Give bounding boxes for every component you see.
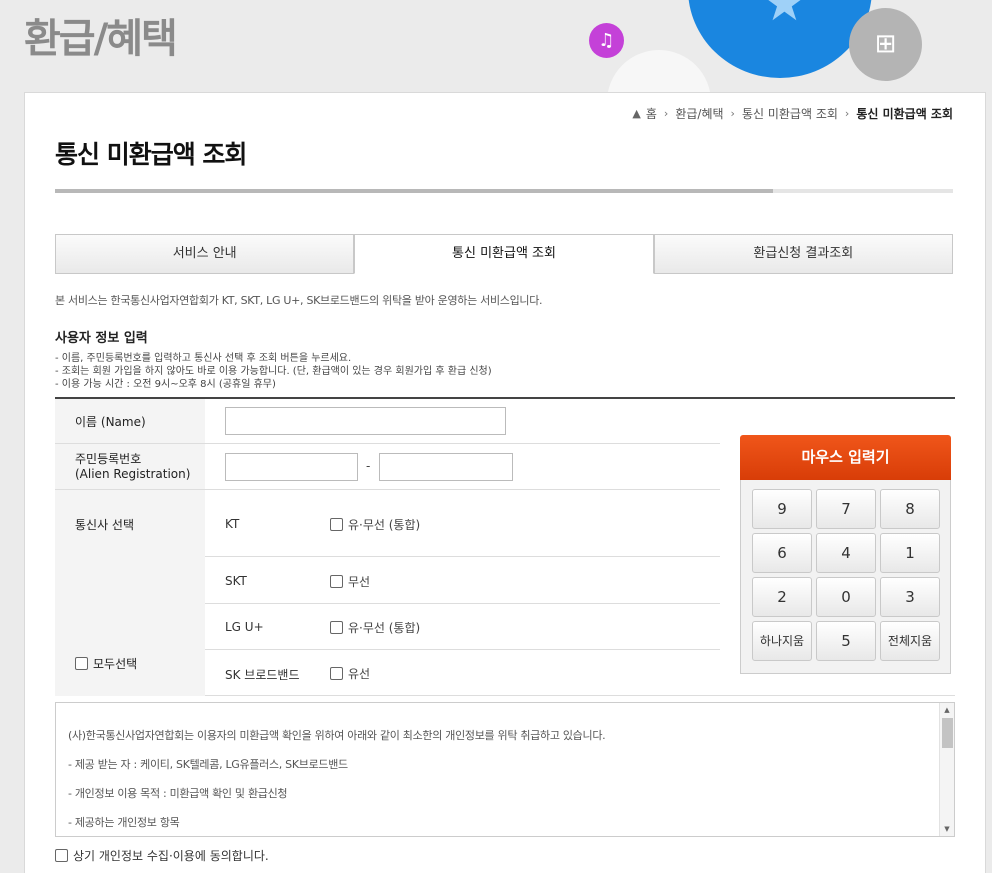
star-icon: ★ xyxy=(762,0,807,32)
section-header-title: 환급/혜택 xyxy=(24,16,178,62)
key-6[interactable]: 6 xyxy=(752,533,812,573)
carrier-name-lgu: LG U+ xyxy=(225,620,264,634)
note-line: - 이름, 주민등록번호를 입력하고 통신사 선택 후 조회 버튼을 누르세요. xyxy=(55,353,352,364)
checkbox[interactable] xyxy=(330,621,343,634)
key-8[interactable]: 8 xyxy=(880,489,940,529)
privacy-agree[interactable]: 상기 개인정보 수집·이용에 동의합니다. xyxy=(55,847,269,864)
consent-text: (사)한국통신사업자연합회는 이용자의 미환급액 확인을 위하여 아래와 같이 … xyxy=(68,721,606,837)
note-line: - 조회는 회원 가입을 하지 않아도 바로 이용 가능합니다. (단, 환급액… xyxy=(55,366,492,377)
checkbox-label: 유선 xyxy=(348,667,371,681)
row-divider xyxy=(55,489,720,490)
content-card: ▲ 홈 › 환급/혜택 › 통신 미환급액 조회 › 통신 미환급액 조회 통신… xyxy=(24,92,986,873)
checkbox[interactable] xyxy=(330,667,343,680)
page-title: 통신 미환급액 조회 xyxy=(55,140,247,169)
name-input[interactable] xyxy=(225,407,506,435)
carrier-option-skt[interactable]: 무선 xyxy=(330,573,370,590)
checkbox[interactable] xyxy=(330,575,343,588)
breadcrumb: ▲ 홈 › 환급/혜택 › 통신 미환급액 조회 › 통신 미환급액 조회 xyxy=(632,105,953,122)
key-2[interactable]: 2 xyxy=(752,577,812,617)
row-divider xyxy=(55,443,720,444)
select-all[interactable]: 모두선택 xyxy=(75,655,137,672)
consent-scrollbar[interactable]: ▲ ▼ xyxy=(939,703,954,836)
reg-dash: - xyxy=(366,459,371,473)
key-4[interactable]: 4 xyxy=(816,533,876,573)
title-progress-fill xyxy=(55,189,774,193)
key-3[interactable]: 3 xyxy=(880,577,940,617)
breadcrumb-current: 통신 미환급액 조회 xyxy=(856,107,953,121)
key-9[interactable]: 9 xyxy=(752,489,812,529)
title-progress-bar xyxy=(55,189,953,193)
checkbox-label: 유·무선 (통합) xyxy=(348,518,421,532)
tab-refund-result[interactable]: 환급신청 결과조회 xyxy=(653,234,953,274)
carrier-name-skb: SK 브로드밴드 xyxy=(225,668,300,682)
note-line: - 이용 가능 시간 : 오전 9시~오후 8시 (공휴일 휴무) xyxy=(55,379,276,390)
breadcrumb-home[interactable]: 홈 xyxy=(646,105,657,122)
music-note-icon: ♫ xyxy=(589,23,624,58)
user-info-notes: - 이름, 주민등록번호를 입력하고 통신사 선택 후 조회 버튼을 누르세요.… xyxy=(55,352,492,391)
reg-number-front-input[interactable] xyxy=(225,453,358,481)
key-7[interactable]: 7 xyxy=(816,489,876,529)
reg-number-back-input[interactable] xyxy=(379,453,513,481)
name-label: 이름 (Name) xyxy=(75,415,146,429)
tab-service-guide[interactable]: 서비스 안내 xyxy=(55,234,355,274)
mouse-keypad: 마우스 입력기 9 7 8 6 4 1 2 0 3 하나지움 5 전체지움 xyxy=(740,435,951,674)
key-0[interactable]: 0 xyxy=(816,577,876,617)
gift-icon: ⊞ xyxy=(849,8,922,81)
keypad-body: 9 7 8 6 4 1 2 0 3 하나지움 5 전체지움 xyxy=(740,480,951,674)
checkbox-label: 무선 xyxy=(348,575,371,589)
key-5[interactable]: 5 xyxy=(816,621,876,661)
carrier-option-skb[interactable]: 유선 xyxy=(330,665,370,682)
breadcrumb-separator: › xyxy=(730,107,735,120)
privacy-consent-box[interactable]: (사)한국통신사업자연합회는 이용자의 미환급액 확인을 위하여 아래와 같이 … xyxy=(55,702,955,837)
keypad-title: 마우스 입력기 xyxy=(740,435,951,480)
tab-bar: 서비스 안내 통신 미환급액 조회 환급신청 결과조회 xyxy=(55,234,953,274)
row-divider xyxy=(205,649,720,650)
key-backspace[interactable]: 하나지움 xyxy=(752,621,812,661)
agree-checkbox[interactable] xyxy=(55,849,68,862)
scroll-thumb[interactable] xyxy=(942,718,953,748)
breadcrumb-separator: › xyxy=(844,107,850,120)
key-1[interactable]: 1 xyxy=(880,533,940,573)
tab-unrefunded-lookup[interactable]: 통신 미환급액 조회 xyxy=(354,234,654,274)
scroll-down-icon[interactable]: ▼ xyxy=(940,822,954,836)
reg-label: 주민등록번호 xyxy=(75,452,142,466)
checkbox-label: 유·무선 (통합) xyxy=(348,621,421,635)
carrier-label: 통신사 선택 xyxy=(75,518,135,532)
key-clear-all[interactable]: 전체지움 xyxy=(880,621,940,661)
consent-line: - 개인정보 이용 목적 : 미환급액 확인 및 환급신청 xyxy=(68,787,288,800)
consent-line: - 제공 받는 자 : 케이티, SK텔레콤, LG유플러스, SK브로드밴드 xyxy=(68,758,348,771)
scroll-up-icon[interactable]: ▲ xyxy=(940,703,954,717)
reg-label-en: (Alien Registration) xyxy=(75,467,191,481)
carrier-name-kt: KT xyxy=(225,517,240,531)
agree-label: 상기 개인정보 수집·이용에 동의합니다. xyxy=(73,849,269,863)
checkbox[interactable] xyxy=(330,518,343,531)
select-all-checkbox[interactable] xyxy=(75,657,88,670)
carrier-option-kt[interactable]: 유·무선 (통합) xyxy=(330,516,420,533)
breadcrumb-level2[interactable]: 통신 미환급액 조회 xyxy=(742,105,838,122)
consent-line: - 제공하는 개인정보 항목 xyxy=(68,816,180,829)
select-all-label: 모두선택 xyxy=(93,657,138,671)
service-intro: 본 서비스는 한국통신사업자연합회가 KT, SKT, LG U+, SK브로드… xyxy=(55,294,543,307)
breadcrumb-level1[interactable]: 환급/혜택 xyxy=(675,105,723,122)
row-divider xyxy=(205,603,720,604)
carrier-name-skt: SKT xyxy=(225,574,247,588)
home-icon[interactable]: ▲ xyxy=(632,107,640,120)
consent-line: (사)한국통신사업자연합회는 이용자의 미환급액 확인을 위하여 아래와 같이 … xyxy=(68,729,606,742)
carrier-option-lgu[interactable]: 유·무선 (통합) xyxy=(330,619,420,636)
user-info-title: 사용자 정보 입력 xyxy=(55,331,148,346)
breadcrumb-separator: › xyxy=(663,107,669,120)
row-divider xyxy=(205,556,720,557)
